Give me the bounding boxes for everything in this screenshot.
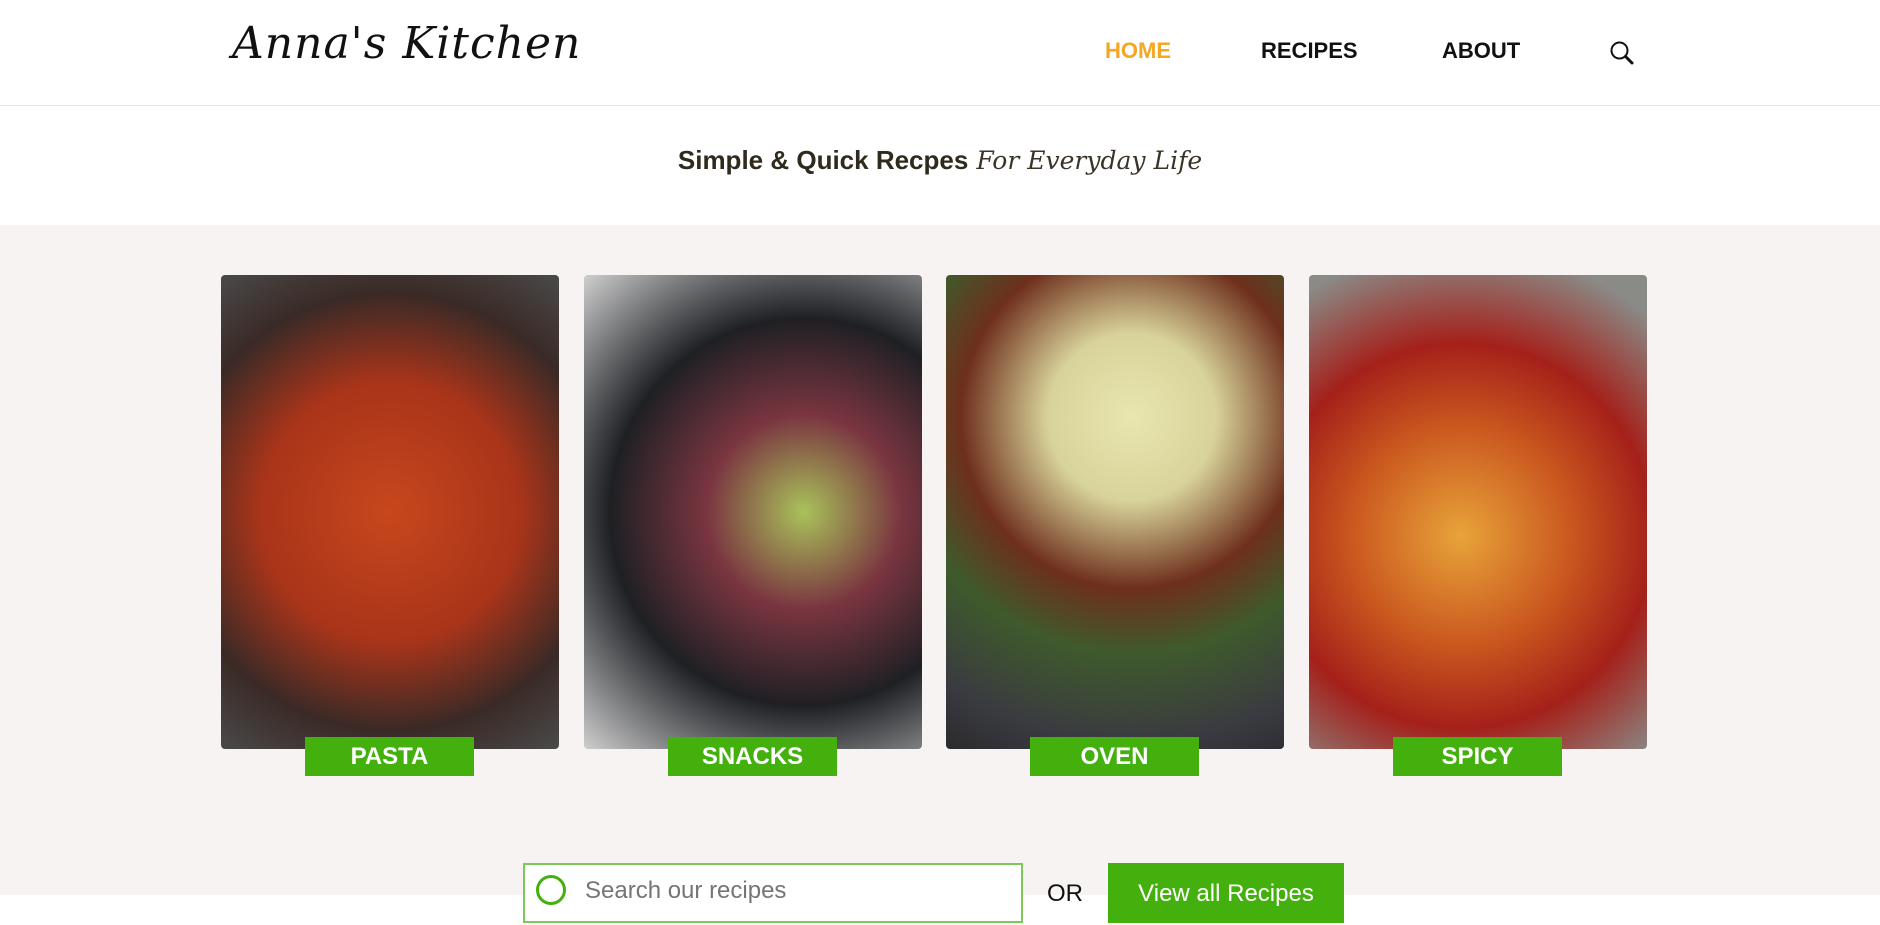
nav-about[interactable]: ABOUT — [1442, 38, 1520, 64]
category-card-spicy[interactable] — [1309, 275, 1647, 749]
recipe-search-box — [523, 863, 1023, 923]
category-card-oven[interactable] — [946, 275, 1284, 749]
category-label-oven[interactable]: OVEN — [1030, 737, 1199, 776]
category-label-snacks[interactable]: SNACKS — [668, 737, 837, 776]
category-label-pasta[interactable]: PASTA — [305, 737, 474, 776]
nav-recipes[interactable]: RECIPES — [1261, 38, 1358, 64]
tagline: Simple & Quick Recpes For Everyday Life — [0, 145, 1880, 176]
or-text: OR — [1047, 880, 1083, 907]
tagline-script: For Everyday Life — [976, 146, 1203, 175]
site-header: Anna's Kitchen HOME RECIPES ABOUT — [0, 0, 1880, 106]
search-icon — [536, 875, 566, 905]
main-section: PASTA SNACKS OVEN SPICY OR View all Reci… — [0, 225, 1880, 923]
category-card-snacks[interactable] — [584, 275, 922, 749]
view-all-recipes-button[interactable]: View all Recipes — [1108, 863, 1344, 923]
category-card-pasta[interactable] — [221, 275, 559, 749]
category-label-spicy[interactable]: SPICY — [1393, 737, 1562, 776]
logo[interactable]: Anna's Kitchen — [232, 18, 581, 69]
recipe-search-input[interactable] — [585, 877, 1005, 905]
tagline-main: Simple & Quick Recpes — [677, 145, 969, 175]
nav-home[interactable]: HOME — [1105, 38, 1171, 64]
search-icon[interactable] — [1609, 40, 1635, 66]
